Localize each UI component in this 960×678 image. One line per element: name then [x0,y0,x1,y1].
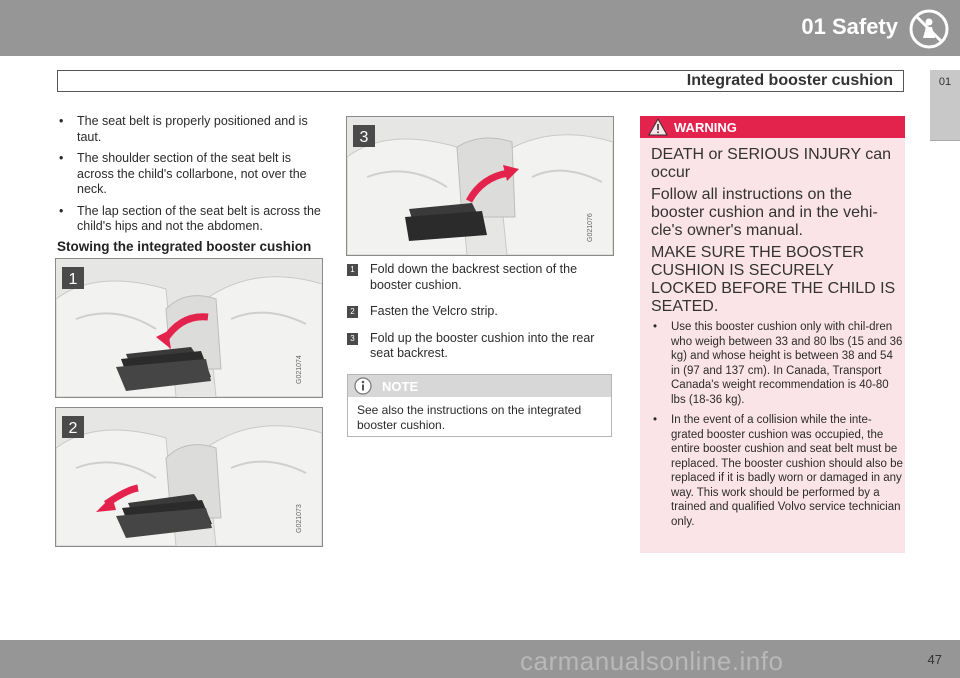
steps-list: 1 Fold down the backrest section of the b… [347,262,612,373]
page-number: 47 [927,652,942,667]
figure-3-label: 3 [360,129,369,146]
note-box: NOTE See also the instructions on the in… [347,374,612,437]
belt-checklist: • The seat belt is properly positioned an… [57,114,322,235]
figure-1: 1 G021074 [55,258,323,398]
figure-2-label: 2 [69,420,78,437]
warning-list: • Use this booster cushion only with chil… [651,320,903,535]
warning-line-1: DEATH or SERIOUS INJURY can occur [651,146,892,181]
section-title: Integrated booster cushion [686,72,893,89]
list-item: • Use this booster cushion only with chil… [653,321,903,406]
chapter-tab[interactable]: 01 [930,70,960,141]
safety-icon [909,9,949,49]
list-item: • The seat belt is properly positioned an… [59,114,308,144]
header-bar: 01 Safety [0,0,960,56]
list-item: • In the event of a collision while the i… [653,414,903,528]
note-title: NOTE [382,379,419,394]
note-header: NOTE [348,375,611,397]
watermark: carmanualsonline.info [520,646,784,676]
figure-3: 3 G021076 [346,116,614,256]
list-item: • The lap section of the seat belt is acr… [59,203,321,234]
section-subheading: Stowing the integrated booster cushion [57,239,312,254]
chapter-tab-label: 01 [938,76,952,88]
seat-illustration-1: 1 G021074 [56,259,322,397]
seat-illustration-3: 3 G021076 [347,117,613,255]
note-text: See also the instructions on the integra… [357,403,582,432]
section-bar: Integrated booster cushion [57,70,904,92]
seat-illustration-2: 2 G021073 [56,408,322,546]
step-number: 3 [347,332,358,345]
chapter-title: 01 Safety [801,14,898,39]
warning-header: WARNING [640,116,905,138]
list-item: 3 Fold up the booster cushion into the re… [347,331,612,362]
figure-1-label: 1 [69,271,78,288]
footer-bar: carmanualsonline.info 47 [0,640,960,678]
warning-triangle-icon [648,118,668,136]
warning-title: WARNING [674,120,737,135]
step-number: 2 [347,306,358,318]
warning-line-3: MAKE SURE THE BOOSTER CUSHION IS SECUREL… [651,244,896,315]
figure-1-code: G021074 [296,355,303,384]
left-column: • The seat belt is properly positioned an… [57,114,322,241]
list-item: • The shoulder section of the seat belt i… [59,151,307,196]
list-item: 2 Fasten the Velcro strip. [347,304,612,320]
warning-box: WARNING DEATH or SERIOUS INJURY can occu… [640,116,905,553]
info-icon [354,377,372,395]
list-item: 1 Fold down the backrest section of the b… [347,262,612,293]
figure-2-code: G021073 [296,504,303,533]
step-number: 1 [347,264,358,276]
warning-line-2: Follow all instructions on the booster c… [651,186,878,239]
figure-3-code: G021076 [587,213,594,242]
figure-2: 2 G021073 [55,407,323,547]
